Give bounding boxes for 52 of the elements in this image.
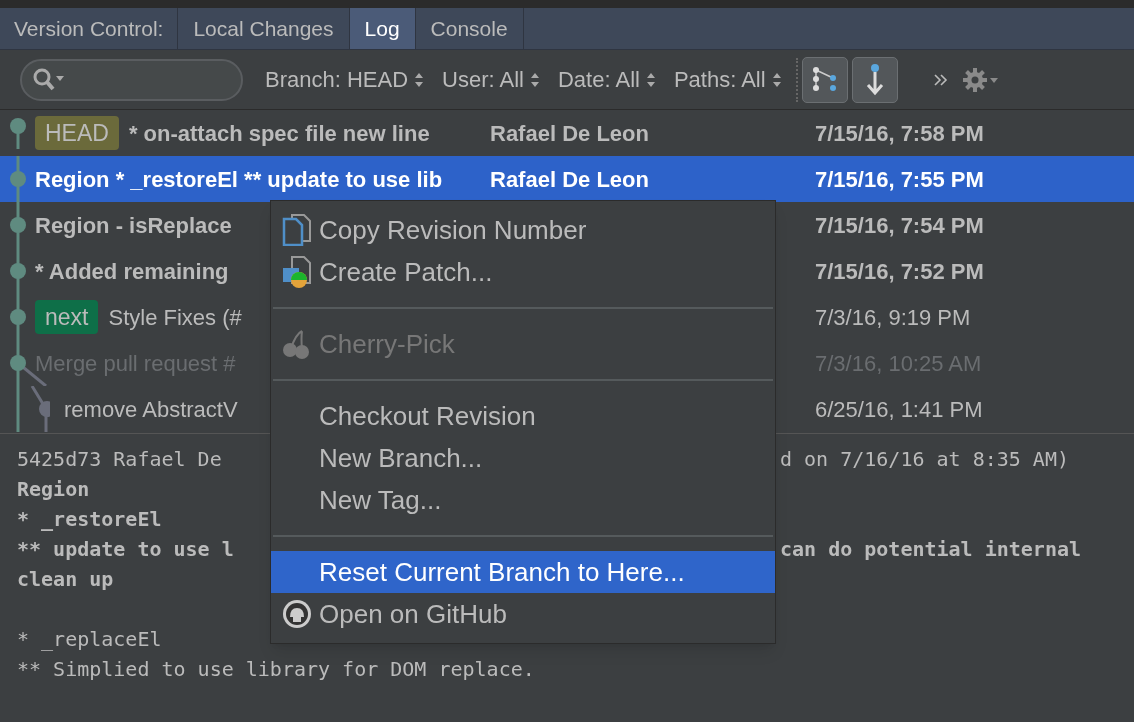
filter-dropdown[interactable]: Paths: All [673, 63, 782, 96]
graph-icon [811, 66, 838, 93]
chevron-icon[interactable] [933, 73, 948, 86]
patch-icon [282, 256, 312, 288]
down-arrow-icon [864, 62, 885, 97]
menu-item[interactable]: New Tag... [271, 479, 775, 521]
detail-text: can do potential internal [780, 536, 1082, 563]
commit-message: Region - isReplace [35, 211, 232, 240]
detail-text: * _replaceEl [17, 626, 162, 653]
branch-tag: HEAD [35, 116, 119, 150]
menu-item[interactable]: Reset Current Branch to Here... [271, 551, 775, 593]
filter-dropdown[interactable]: Date: All [558, 63, 656, 96]
toggle-button[interactable] [801, 56, 848, 103]
commit-message: remove AbstractV [64, 395, 238, 424]
branch-tag: next [35, 300, 99, 334]
commit-message: Region * _restoreEl ** update to use lib [35, 165, 443, 194]
detail-text: clean up [17, 566, 114, 593]
filter-dropdown[interactable]: User: All [442, 63, 540, 96]
graph-node-icon [10, 156, 26, 202]
detail-text: ** update to use l [17, 536, 234, 563]
detail-text: 5425d73 Rafael De [17, 446, 222, 473]
tab[interactable]: Log [349, 8, 416, 49]
commit-message: Style Fixes (# [108, 303, 242, 332]
github-icon [282, 599, 312, 629]
commit-message: * Added remaining [35, 257, 229, 286]
commit-date: 7/15/16, 7:54 PM [815, 211, 984, 240]
cherries-icon [282, 328, 312, 360]
menu-item[interactable]: Open on GitHub [271, 593, 775, 635]
search-icon [32, 66, 66, 93]
menu-item[interactable]: Checkout Revision [271, 395, 775, 437]
search-field[interactable] [20, 58, 243, 101]
menu-item[interactable]: New Branch... [271, 437, 775, 479]
commit-date: 7/3/16, 9:19 PM [815, 303, 971, 332]
detail-text: d on 7/16/16 at 8:35 AM) [780, 446, 1069, 473]
detail-text: * _restoreEl [17, 506, 162, 533]
menu-item[interactable]: Create Patch... [271, 251, 775, 293]
commit-date: 7/15/16, 7:55 PM [815, 165, 984, 194]
documents-icon [282, 214, 312, 246]
commit-author: Rafael De Leon [490, 165, 650, 194]
commit-date: 7/15/16, 7:58 PM [815, 119, 984, 148]
graph-node-icon [10, 202, 26, 248]
commit-date: 7/15/16, 7:52 PM [815, 257, 984, 286]
commit-date: 6/25/16, 1:41 PM [815, 395, 983, 424]
toggle-button[interactable] [851, 56, 898, 103]
menu-item[interactable]: Copy Revision Number [271, 209, 775, 251]
filter-dropdown[interactable]: Branch: HEAD [265, 63, 425, 96]
detail-text: Region [17, 476, 90, 503]
graph-node-icon [10, 248, 26, 294]
detail-text: ** Simplied to use library for DOM replace. [17, 656, 535, 683]
graph-node-icon [10, 117, 26, 149]
commit-message: * on-attach spec file new line [128, 119, 430, 148]
commit-author: Rafael De Leon [490, 119, 650, 148]
